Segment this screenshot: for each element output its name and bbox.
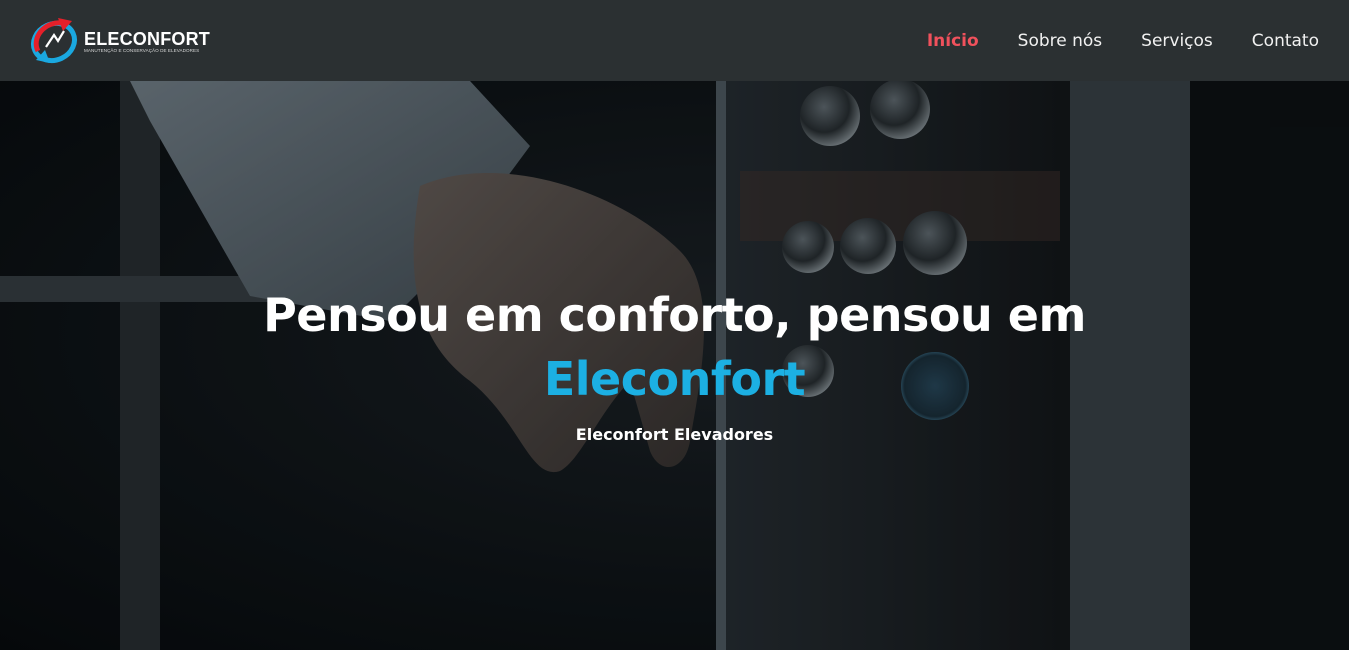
- nav-item-inicio[interactable]: Início: [927, 30, 979, 52]
- hero-title-line1: Pensou em conforto, pensou em: [263, 288, 1086, 342]
- navbar: ELECONFORT MANUTENÇÃO E CONSERVAÇÃO DE E…: [0, 0, 1349, 81]
- logo-title: ELECONFORT: [84, 29, 210, 49]
- hero-subtitle: Eleconfort Elevadores: [575, 425, 774, 444]
- eleconfort-logo-icon: [31, 18, 77, 64]
- logo[interactable]: ELECONFORT MANUTENÇÃO E CONSERVAÇÃO DE E…: [28, 14, 218, 68]
- nav-item-contato[interactable]: Contato: [1252, 30, 1319, 52]
- logo-text: ELECONFORT MANUTENÇÃO E CONSERVAÇÃO DE E…: [84, 28, 210, 54]
- logo-tagline: MANUTENÇÃO E CONSERVAÇÃO DE ELEVADORES: [84, 48, 200, 53]
- hero-content: Pensou em conforto, pensou em Eleconfort…: [0, 283, 1349, 445]
- hero-title: Pensou em conforto, pensou em Eleconfort: [0, 283, 1349, 411]
- hero-section: Pensou em conforto, pensou em Eleconfort…: [0, 81, 1349, 650]
- nav-item-servicos[interactable]: Serviços: [1141, 30, 1213, 52]
- main-nav: Início Sobre nós Serviços Contato: [888, 30, 1319, 52]
- hero-title-highlight: Eleconfort: [543, 352, 806, 406]
- nav-item-sobre-nos[interactable]: Sobre nós: [1018, 30, 1103, 52]
